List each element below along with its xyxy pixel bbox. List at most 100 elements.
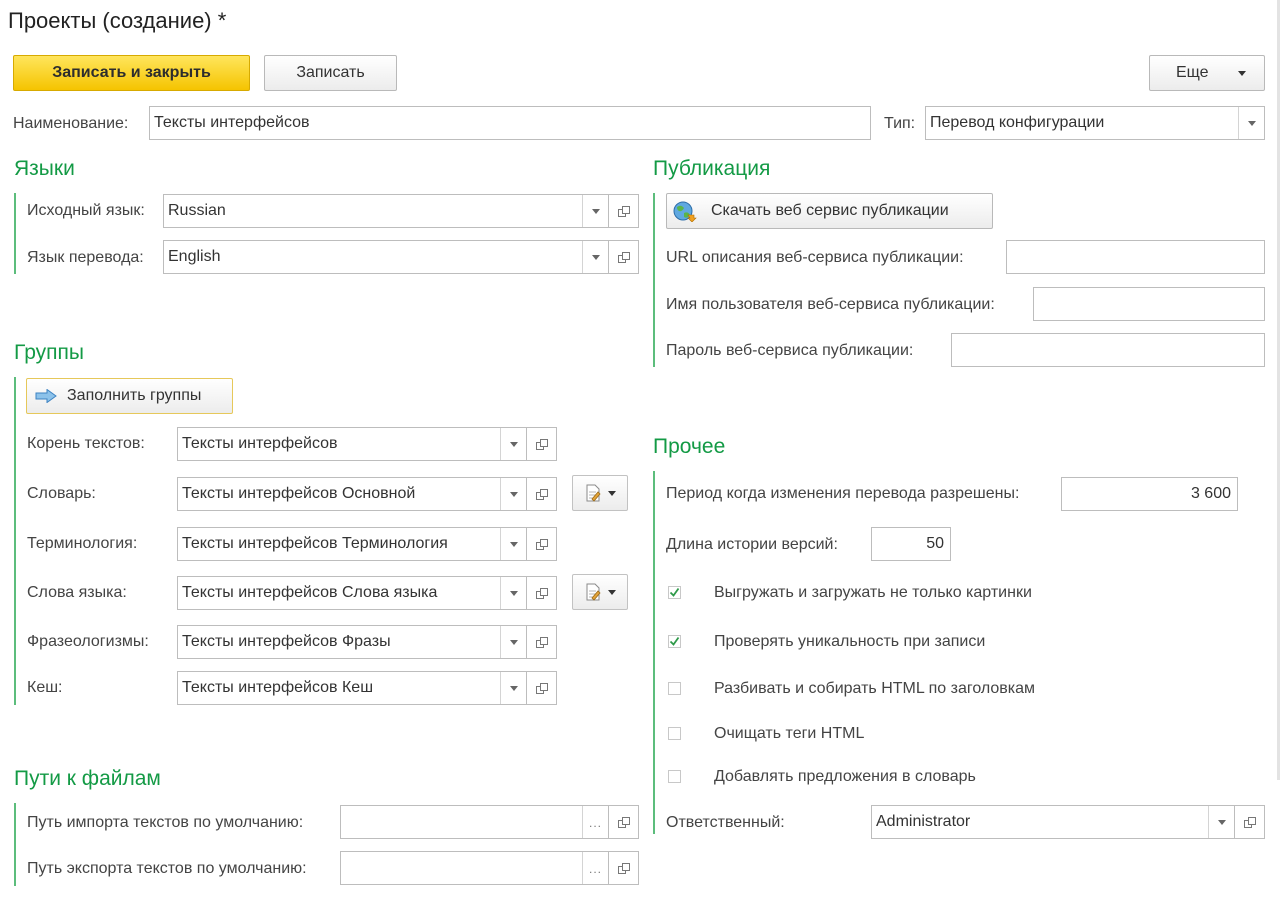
cache-dropdown-button[interactable]: [500, 672, 526, 704]
open-form-icon: [617, 251, 630, 263]
language-words-dropdown-button[interactable]: [500, 577, 526, 609]
terminology-dropdown-button[interactable]: [500, 528, 526, 560]
open-form-icon: [535, 438, 548, 450]
fill-groups-button[interactable]: Заполнить группы: [26, 378, 233, 414]
responsible-select[interactable]: Administrator: [871, 805, 1235, 839]
name-field[interactable]: Тексты интерфейсов: [149, 106, 871, 140]
publication-url-input[interactable]: [1006, 240, 1265, 274]
more-button-label: Еще: [1176, 64, 1209, 81]
terminology-label: Терминология:: [27, 535, 138, 552]
history-length-value: 50: [926, 535, 944, 552]
other-section-bar: [653, 471, 655, 834]
source-language-select[interactable]: Russian: [163, 194, 609, 228]
languages-section-title: Языки: [14, 157, 75, 180]
chevron-down-icon: [509, 639, 518, 645]
language-words-select[interactable]: Тексты интерфейсов Слова языка: [177, 576, 527, 610]
root-select[interactable]: Тексты интерфейсов: [177, 427, 527, 461]
save-button[interactable]: Записать: [264, 55, 397, 91]
open-form-icon: [535, 488, 548, 500]
source-language-dropdown-button[interactable]: [582, 195, 608, 227]
target-language-dropdown-button[interactable]: [582, 241, 608, 273]
target-language-select[interactable]: English: [163, 240, 609, 274]
import-path-field[interactable]: ...: [340, 805, 609, 839]
export-path-select-button[interactable]: ...: [582, 852, 608, 884]
cache-open-button[interactable]: [527, 671, 557, 705]
language-words-label: Слова языка:: [27, 584, 127, 601]
responsible-value: Administrator: [876, 813, 971, 830]
checkmark-icon: [669, 636, 680, 646]
chevron-down-icon: [608, 589, 616, 595]
source-language-value: Russian: [168, 202, 226, 219]
chevron-down-icon: [591, 254, 600, 260]
root-open-button[interactable]: [527, 427, 557, 461]
type-select[interactable]: Перевод конфигурации: [925, 106, 1265, 140]
more-button[interactable]: Еще: [1149, 55, 1265, 91]
page-title: Проекты (создание) *: [8, 8, 227, 33]
phrases-label: Фразеологизмы:: [27, 633, 149, 650]
phrases-dropdown-button[interactable]: [500, 626, 526, 658]
ellipsis-icon: ...: [588, 816, 602, 830]
publication-password-input[interactable]: [951, 333, 1265, 367]
type-dropdown-button[interactable]: [1238, 107, 1264, 139]
source-language-open-button[interactable]: [609, 194, 639, 228]
chevron-down-icon: [509, 441, 518, 447]
export-path-field[interactable]: ...: [340, 851, 609, 885]
publication-section-bar: [653, 193, 655, 367]
language-words-open-button[interactable]: [527, 576, 557, 610]
save-and-close-button[interactable]: Записать и закрыть: [13, 55, 250, 91]
import-path-select-button[interactable]: ...: [582, 806, 608, 838]
terminology-value: Тексты интерфейсов Терминология: [182, 535, 448, 552]
export-path-value: [341, 852, 582, 884]
phrases-select[interactable]: Тексты интерфейсов Фразы: [177, 625, 527, 659]
target-language-label: Язык перевода:: [27, 249, 144, 266]
checkbox-check-uniqueness[interactable]: [668, 635, 681, 648]
globe-icon: [673, 201, 697, 222]
checkbox-label: Разбивать и собирать HTML по заголовкам: [714, 680, 1036, 697]
phrases-open-button[interactable]: [527, 625, 557, 659]
paths-section-bar: [14, 803, 16, 886]
dictionary-dropdown-button[interactable]: [500, 478, 526, 510]
checkbox-export-import-not-only-images[interactable]: [668, 586, 681, 599]
type-value: Перевод конфигурации: [930, 114, 1105, 131]
root-label: Корень текстов:: [27, 435, 145, 452]
terminology-select[interactable]: Тексты интерфейсов Терминология: [177, 527, 527, 561]
groups-section-title: Группы: [14, 341, 84, 364]
dictionary-select[interactable]: Тексты интерфейсов Основной: [177, 477, 527, 511]
export-path-open-button[interactable]: [609, 851, 639, 885]
chevron-down-icon: [608, 490, 616, 496]
import-path-open-button[interactable]: [609, 805, 639, 839]
language-words-value: Тексты интерфейсов Слова языка: [182, 584, 438, 601]
phrases-value: Тексты интерфейсов Фразы: [182, 633, 391, 650]
publication-user-input[interactable]: [1033, 287, 1265, 321]
chevron-down-icon: [509, 685, 518, 691]
dictionary-value: Тексты интерфейсов Основной: [182, 485, 416, 502]
history-length-label: Длина истории версий:: [666, 536, 838, 553]
open-form-icon: [617, 816, 630, 828]
download-publication-service-button[interactable]: Скачать веб сервис публикации: [666, 193, 993, 229]
cache-select[interactable]: Тексты интерфейсов Кеш: [177, 671, 527, 705]
chevron-down-icon: [591, 208, 600, 214]
responsible-dropdown-button[interactable]: [1208, 806, 1234, 838]
open-form-icon: [535, 636, 548, 648]
change-period-input[interactable]: 3 600: [1061, 477, 1238, 511]
root-dropdown-button[interactable]: [500, 428, 526, 460]
responsible-open-button[interactable]: [1235, 805, 1265, 839]
document-edit-icon: [586, 484, 601, 502]
dictionary-open-button[interactable]: [527, 477, 557, 511]
open-form-icon: [535, 682, 548, 694]
target-language-value: English: [168, 248, 221, 265]
language-words-menu-button[interactable]: [572, 574, 628, 610]
dictionary-menu-button[interactable]: [572, 475, 628, 511]
publication-user-label: Имя пользователя веб-сервиса публикации:: [666, 296, 995, 313]
checkbox-clear-html-tags[interactable]: [668, 727, 681, 740]
import-path-value: [341, 806, 582, 838]
checkbox-add-sentences-to-dictionary[interactable]: [668, 770, 681, 783]
checkbox-label: Добавлять предложения в словарь: [714, 768, 976, 785]
download-publication-service-label: Скачать веб сервис публикации: [711, 202, 949, 219]
history-length-input[interactable]: 50: [871, 527, 951, 561]
target-language-open-button[interactable]: [609, 240, 639, 274]
fill-groups-label: Заполнить группы: [67, 387, 202, 404]
terminology-open-button[interactable]: [527, 527, 557, 561]
checkbox-split-html-by-headers[interactable]: [668, 682, 681, 695]
change-period-value: 3 600: [1190, 485, 1231, 502]
